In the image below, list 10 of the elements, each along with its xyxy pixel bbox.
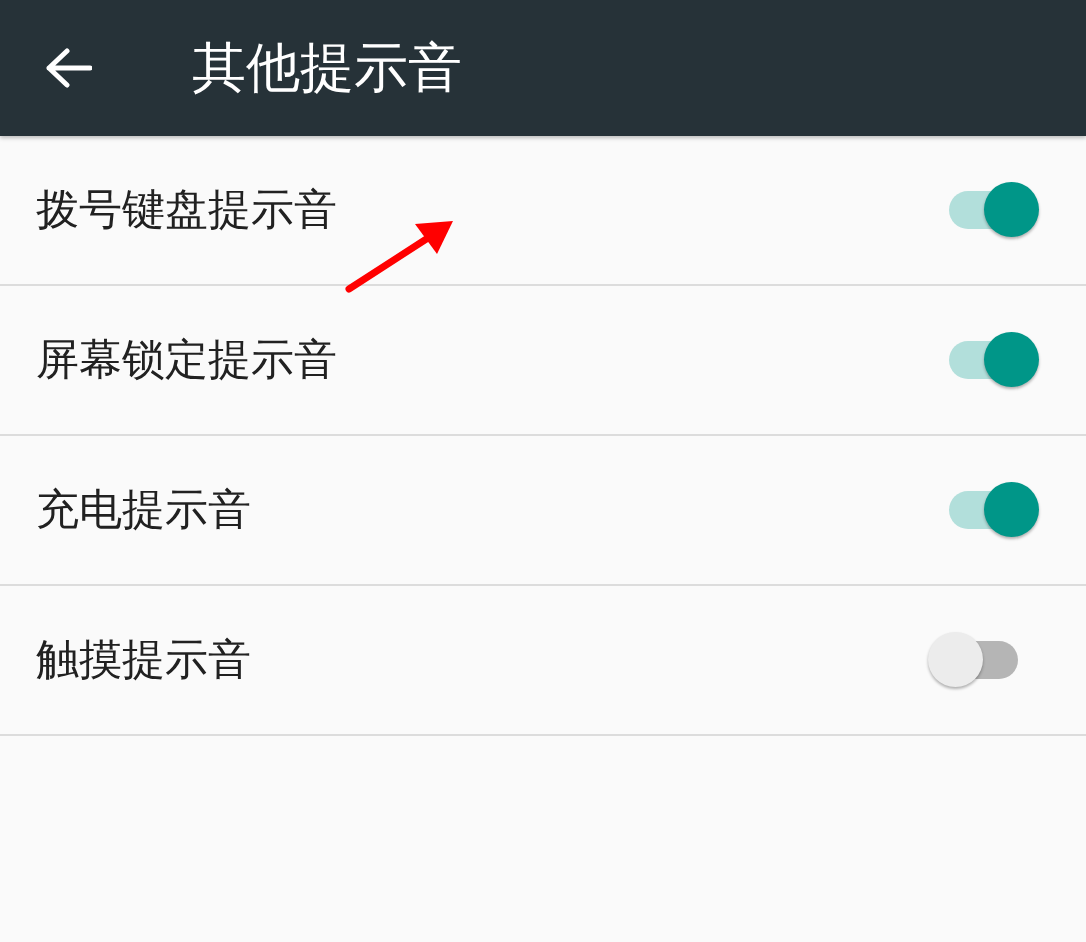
setting-label: 屏幕锁定提示音	[36, 334, 337, 386]
setting-row[interactable]: 拨号键盘提示音	[0, 136, 1086, 286]
back-arrow-icon	[46, 48, 92, 88]
setting-label: 拨号键盘提示音	[36, 184, 337, 236]
screen-title: 其他提示音	[192, 35, 462, 101]
setting-row[interactable]: 触摸提示音	[0, 586, 1086, 736]
setting-row[interactable]: 充电提示音	[0, 436, 1086, 586]
setting-label: 触摸提示音	[36, 634, 251, 686]
setting-label: 充电提示音	[36, 484, 251, 536]
setting-row[interactable]: 屏幕锁定提示音	[0, 286, 1086, 436]
